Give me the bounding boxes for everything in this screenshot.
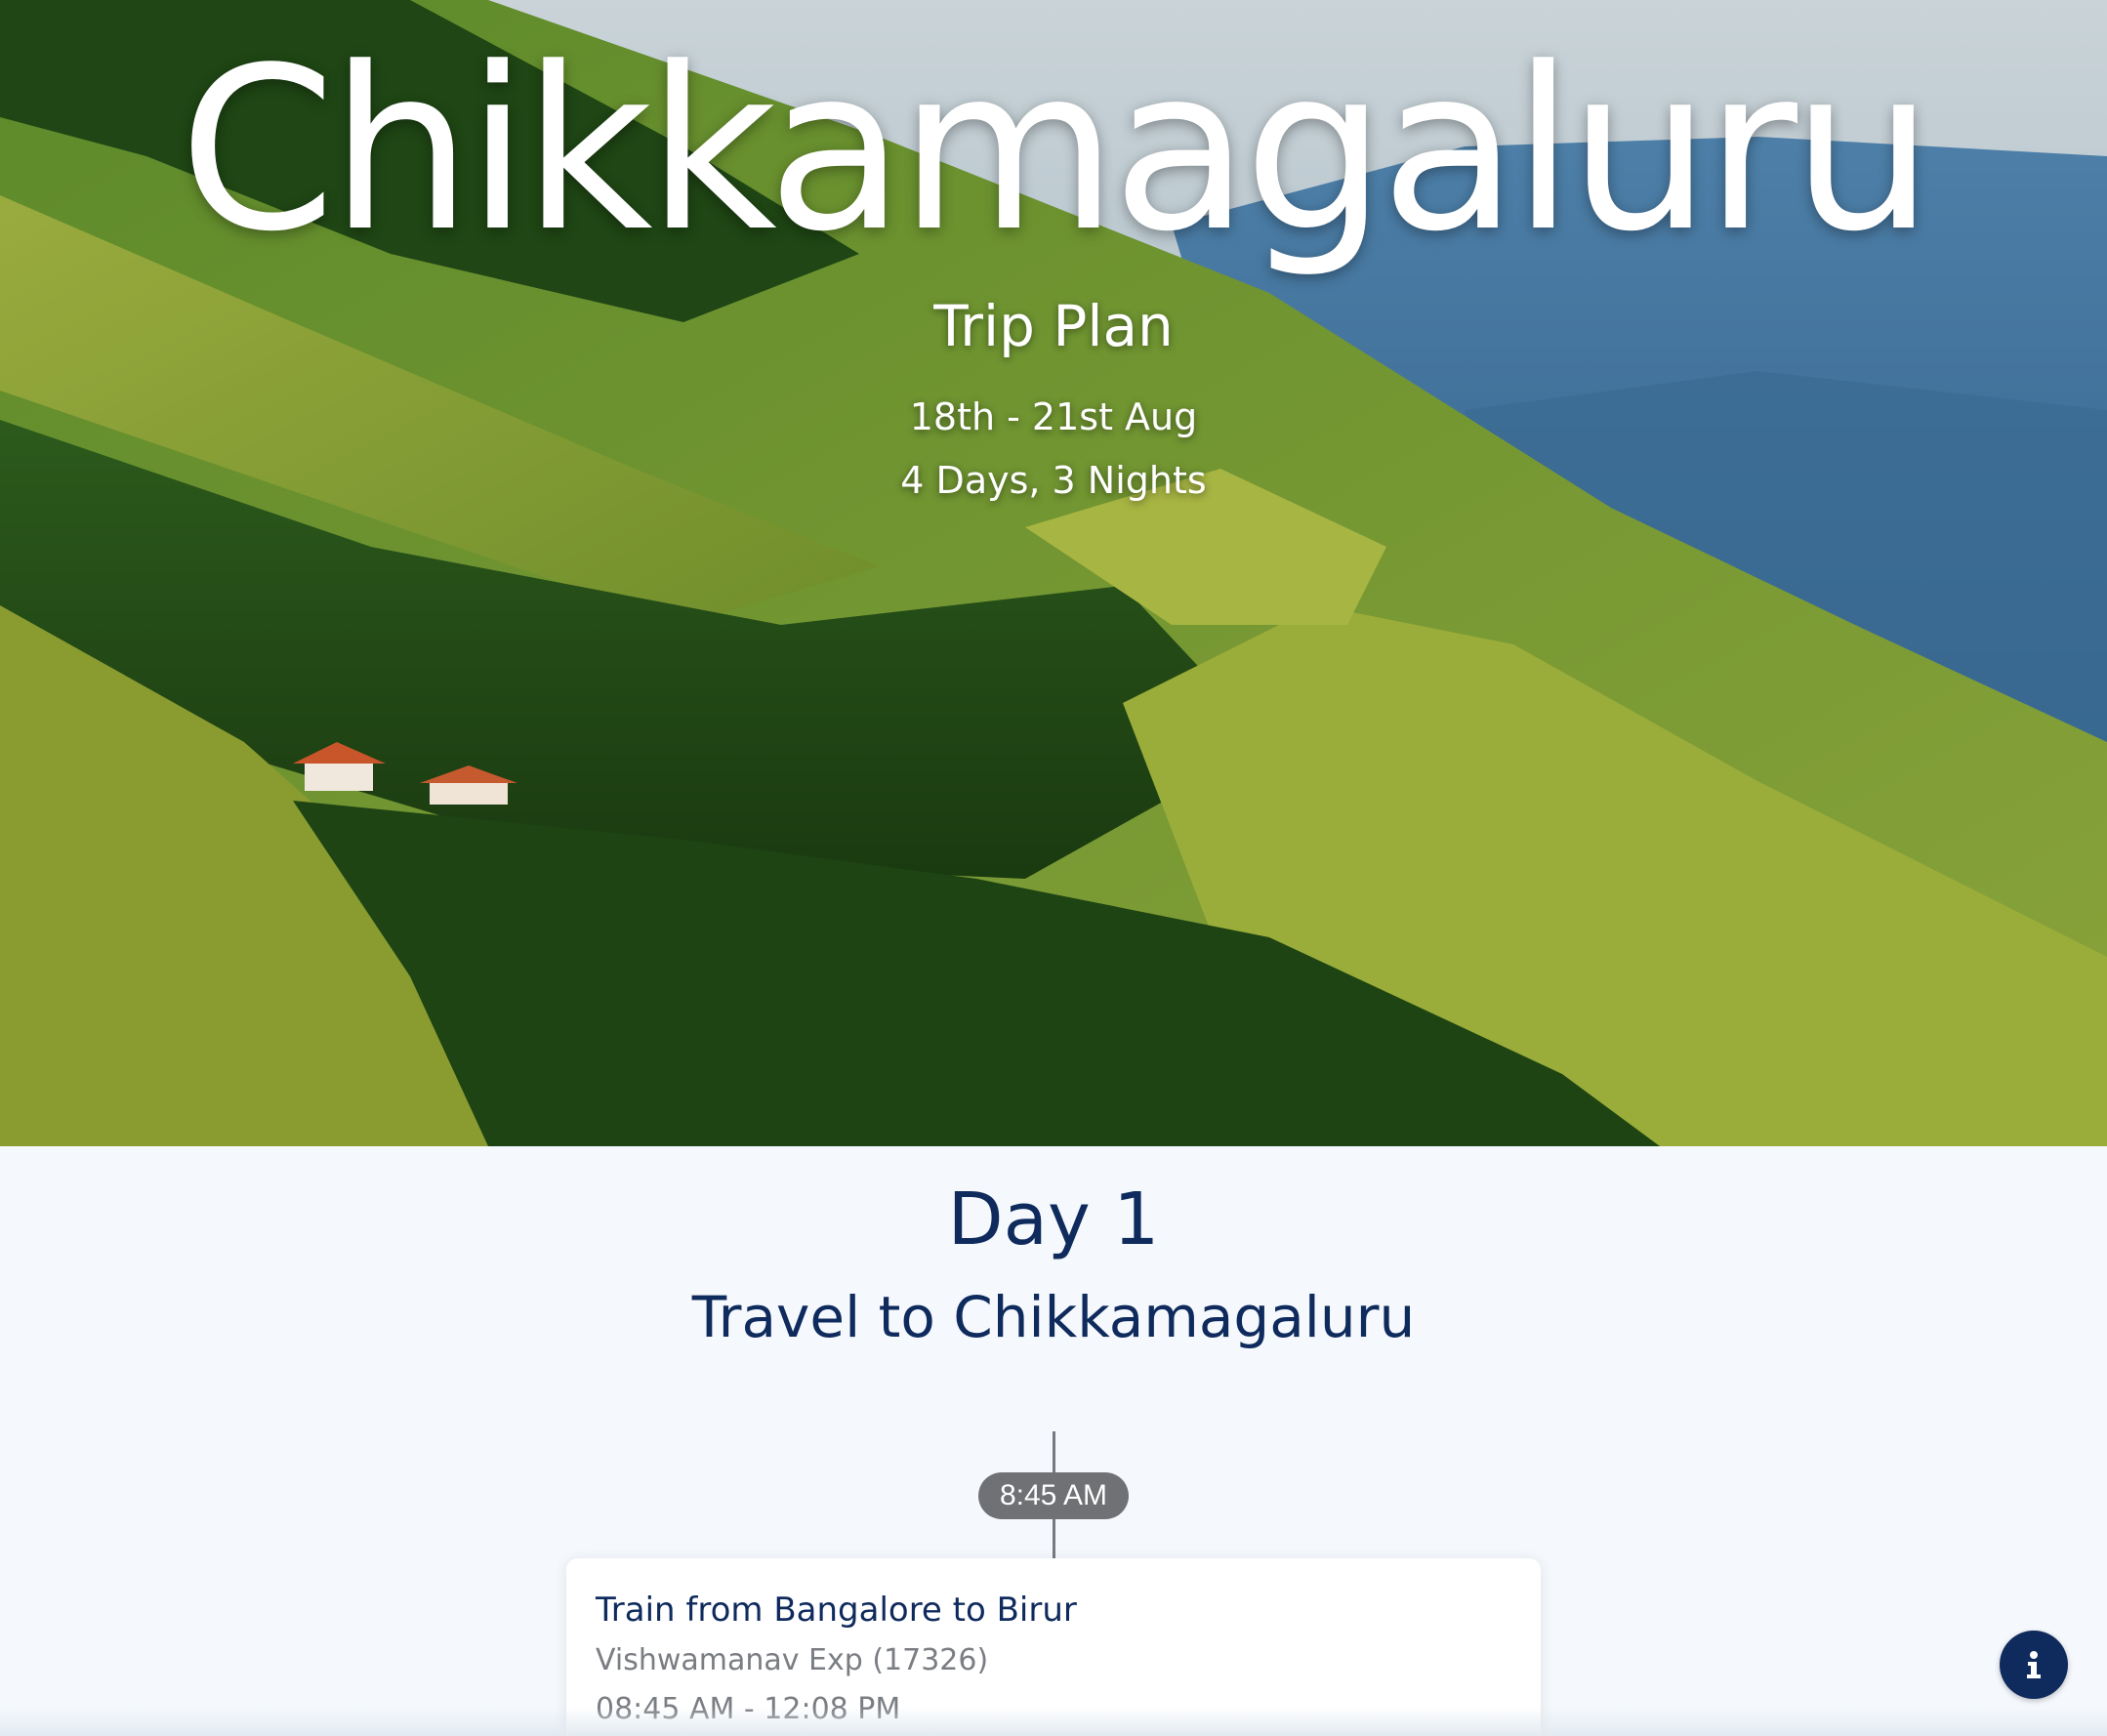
hero-title: Chikkamagaluru bbox=[179, 21, 1934, 281]
info-icon bbox=[2027, 1651, 2041, 1678]
day-heading: Day 1 bbox=[947, 1178, 1160, 1261]
event-title: Train from Bangalore to Birur bbox=[596, 1591, 1077, 1630]
trip-plan-page: Chikkamagaluru Trip Plan 18th - 21st Aug… bbox=[0, 0, 2107, 1736]
time-badge: 8:45 AM bbox=[978, 1472, 1129, 1519]
bottom-fade bbox=[0, 1707, 2107, 1736]
event-detail: Vishwamanav Exp (17326) bbox=[596, 1643, 989, 1677]
hero-subtitle: Trip Plan bbox=[933, 293, 1174, 359]
trip-duration: 4 Days, 3 Nights bbox=[900, 459, 1207, 502]
trip-dates: 18th - 21st Aug bbox=[909, 395, 1198, 438]
hero-banner: Chikkamagaluru Trip Plan 18th - 21st Aug… bbox=[0, 0, 2107, 1146]
info-button[interactable] bbox=[2000, 1631, 2068, 1699]
day-title: Travel to Chikkamagaluru bbox=[691, 1284, 1416, 1350]
